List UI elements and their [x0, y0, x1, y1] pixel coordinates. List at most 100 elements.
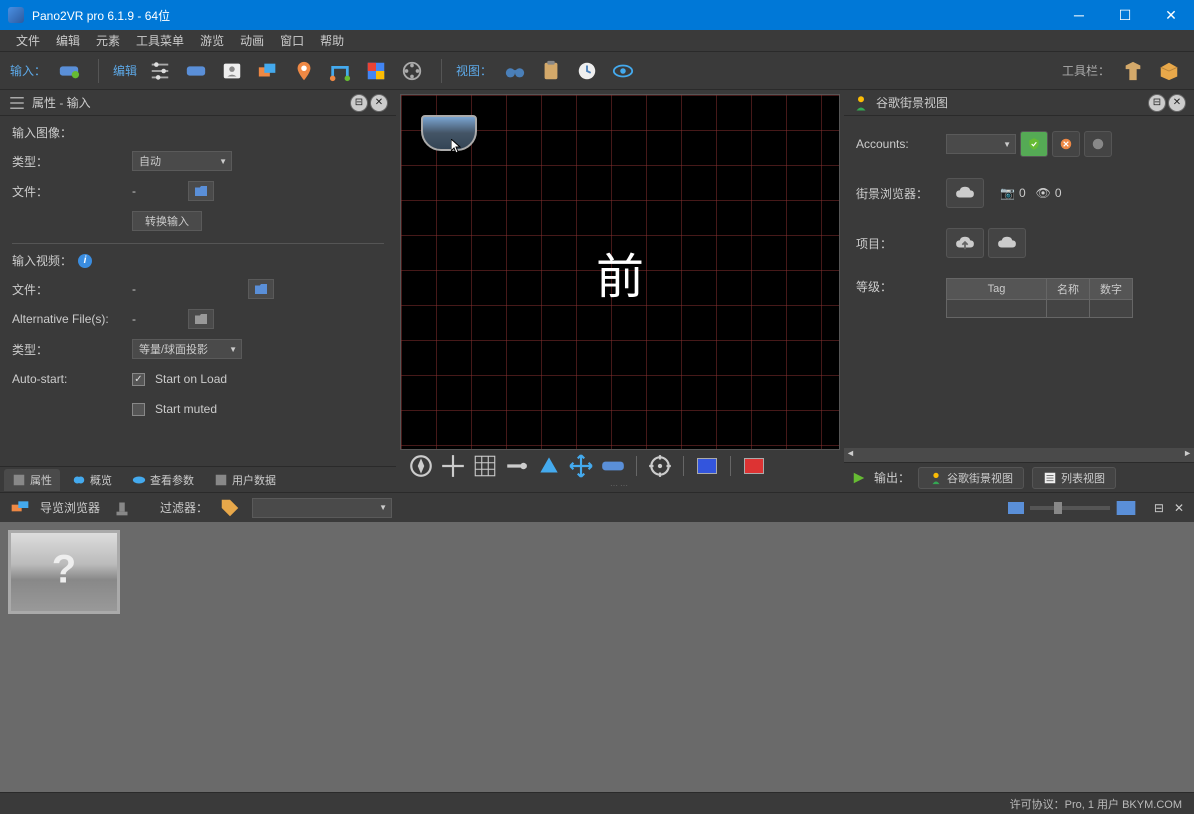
streetview-panel-header: 谷歌街景视图 ⊟ ✕	[844, 90, 1194, 116]
properties-panel-header: 属性 - 输入 ⊟ ✕	[0, 90, 396, 116]
tab-view-params[interactable]: 查看参数	[124, 469, 202, 491]
accounts-dropdown[interactable]	[946, 134, 1016, 154]
target-icon[interactable]	[647, 453, 673, 479]
sliders-icon	[8, 94, 26, 112]
video-file-browse-button[interactable]	[248, 279, 274, 299]
eye-icon: 👁	[1036, 186, 1051, 200]
panorama-tool-icon[interactable]	[181, 56, 211, 86]
video-type-dropdown[interactable]: 等量/球面投影	[132, 339, 242, 359]
type-dropdown[interactable]: 自动	[132, 151, 232, 171]
minimize-button[interactable]: ─	[1056, 0, 1102, 30]
cloud-sync-button[interactable]	[946, 178, 984, 208]
viewport[interactable]: 前	[400, 94, 840, 450]
camera-count: 0	[1019, 186, 1026, 200]
file-browse-button[interactable]	[188, 181, 214, 201]
panel-detach-button[interactable]: ⊟	[1148, 94, 1166, 112]
tour-browser-area[interactable]	[0, 522, 1194, 792]
info-icon[interactable]: i	[78, 254, 92, 268]
bg-color-red[interactable]	[741, 453, 767, 479]
license-info: 许可协议：Pro, 1 用户 BKYM.COM	[1010, 796, 1182, 812]
menu-help[interactable]: 帮助	[312, 30, 352, 51]
start-on-load-checkbox[interactable]	[132, 373, 145, 386]
streetview-browser-label: 街景浏览器：	[856, 185, 946, 202]
menu-tools[interactable]: 工具菜单	[128, 30, 192, 51]
output-list-view-button[interactable]: 列表视图	[1032, 467, 1116, 489]
view-cone-icon[interactable]	[536, 453, 562, 479]
tab-properties[interactable]: 属性	[4, 469, 60, 491]
properties-panel-body: 输入图像： 类型： 自动 文件： - 转换输入 输入视频： i	[0, 116, 396, 466]
statusbar: 许可协议：Pro, 1 用户 BKYM.COM	[0, 792, 1194, 814]
filter-label: 过滤器：	[160, 499, 208, 516]
horizontal-splitter[interactable]	[400, 482, 840, 488]
panel-close-button[interactable]: ✕	[1168, 94, 1186, 112]
grid-icon[interactable]	[472, 453, 498, 479]
google-maps-icon[interactable]	[361, 56, 391, 86]
convert-input-button[interactable]: 转换输入	[132, 211, 202, 231]
menu-elements[interactable]: 元素	[88, 30, 128, 51]
horizontal-scrollbar[interactable]	[844, 448, 1194, 462]
filter-dropdown[interactable]	[252, 498, 392, 518]
menu-tour[interactable]: 游览	[192, 30, 232, 51]
video-file-label: 文件：	[12, 281, 132, 298]
menu-file[interactable]: 文件	[8, 30, 48, 51]
maximize-button[interactable]: ☐	[1102, 0, 1148, 30]
alt-files-browse-button[interactable]	[188, 309, 214, 329]
menu-animation[interactable]: 动画	[232, 30, 272, 51]
menu-edit[interactable]: 编辑	[48, 30, 88, 51]
route-icon[interactable]	[325, 56, 355, 86]
panorama-thumbnail[interactable]	[8, 530, 120, 614]
account-globe-button[interactable]	[1084, 131, 1112, 157]
input-panorama-icon[interactable]	[54, 56, 84, 86]
clipboard-icon[interactable]	[536, 56, 566, 86]
tab-overview[interactable]: 概览	[64, 469, 120, 491]
thumbnail-size-slider[interactable]	[1030, 506, 1110, 510]
pin-icon[interactable]	[289, 56, 319, 86]
panorama-thumb-icon[interactable]	[421, 115, 477, 151]
accounts-label: Accounts:	[856, 137, 946, 151]
viewport-panel: 前	[396, 90, 844, 492]
output-arrow-icon	[852, 471, 866, 485]
cloud-upload-button[interactable]	[946, 228, 984, 258]
sliders-icon[interactable]	[145, 56, 175, 86]
crosshair-icon[interactable]	[440, 453, 466, 479]
panel-close-button[interactable]: ✕	[370, 94, 388, 112]
panel-detach-button[interactable]: ⊟	[350, 94, 368, 112]
browser-close-button[interactable]: ✕	[1174, 501, 1184, 515]
binoculars-icon[interactable]	[500, 56, 530, 86]
browser-toolbar: 导览浏览器 过滤器： ⊟ ✕	[0, 492, 1194, 522]
start-muted-checkbox[interactable]	[132, 403, 145, 416]
tag-icon[interactable]	[218, 496, 242, 520]
viewport-toolbar	[400, 450, 840, 482]
level-label: 等级：	[856, 278, 946, 295]
level-icon[interactable]	[504, 453, 530, 479]
eye-count: 0	[1055, 186, 1062, 200]
stamp-icon[interactable]	[110, 496, 134, 520]
start-on-load-label: Start on Load	[155, 372, 227, 386]
properties-tabs: 属性 概览 查看参数 用户数据	[0, 466, 396, 492]
file-value: -	[132, 184, 182, 198]
main-area: 属性 - 输入 ⊟ ✕ 输入图像： 类型： 自动 文件： - 转换输入	[0, 90, 1194, 492]
folder-icon	[195, 314, 207, 324]
close-button[interactable]: ✕	[1148, 0, 1194, 30]
cloud-download-button[interactable]	[988, 228, 1026, 258]
menu-window[interactable]: 窗口	[272, 30, 312, 51]
images-icon[interactable]	[253, 56, 283, 86]
package-icon[interactable]	[1154, 56, 1184, 86]
account-remove-button[interactable]	[1052, 131, 1080, 157]
browser-detach-button[interactable]: ⊟	[1154, 501, 1164, 515]
eye-refresh-icon[interactable]	[608, 56, 638, 86]
bg-color-blue[interactable]	[694, 453, 720, 479]
person-card-icon[interactable]	[217, 56, 247, 86]
app-icon	[8, 7, 24, 23]
skin-icon[interactable]	[1118, 56, 1148, 86]
tab-user-data[interactable]: 用户数据	[206, 469, 284, 491]
panorama-small-icon[interactable]	[600, 453, 626, 479]
level-table[interactable]: Tag名称数字	[946, 278, 1133, 318]
film-reel-icon[interactable]	[397, 56, 427, 86]
output-google-streetview-button[interactable]: 谷歌街景视图	[918, 467, 1024, 489]
compass-icon[interactable]	[408, 453, 434, 479]
video-type-label: 类型：	[12, 341, 132, 358]
account-verify-button[interactable]	[1020, 131, 1048, 157]
clock-icon[interactable]	[572, 56, 602, 86]
move-icon[interactable]	[568, 453, 594, 479]
